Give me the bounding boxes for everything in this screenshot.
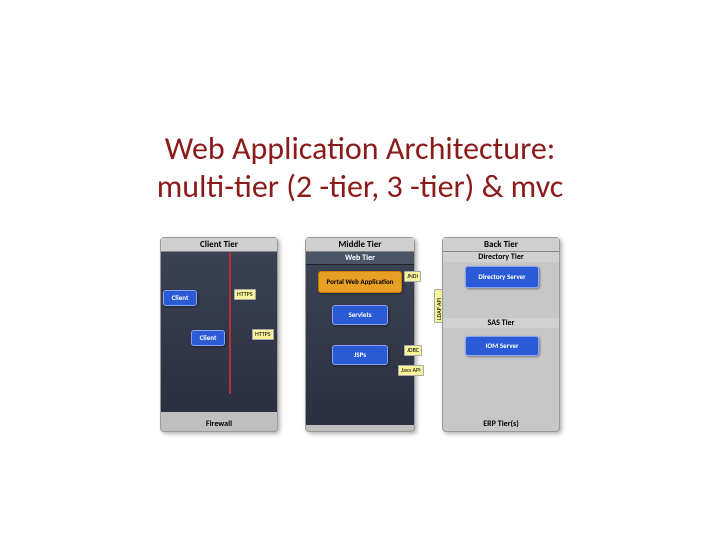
https-label-1: HTTPS: [234, 289, 256, 300]
directory-tier-label: Directory Tier: [443, 252, 559, 262]
servlets-box: Servlets: [332, 305, 388, 325]
erp-tier-label: ERP Tier(s): [443, 419, 559, 429]
title-line-1: Web Application Architecture:: [165, 129, 556, 168]
iom-server-box: IOM Server: [465, 336, 539, 356]
back-tier-body: Directory Tier Directory Server SAS Tier…: [443, 252, 559, 431]
middle-tier: Middle Tier Web Tier Portal Web Applicat…: [305, 237, 415, 432]
back-tier: Back Tier Directory Tier Directory Serve…: [442, 237, 560, 432]
slide-title: Web Application Architecture: multi-tier…: [157, 130, 564, 207]
portal-box: Portal Web Application: [318, 271, 402, 293]
architecture-diagram: Client Tier Client Client Firewall HTTPS…: [160, 237, 560, 437]
back-tier-header: Back Tier: [443, 238, 559, 252]
firewall-label: Firewall: [161, 419, 277, 429]
web-tier-label: Web Tier: [306, 252, 414, 265]
sas-tier-label: SAS Tier: [443, 318, 559, 328]
directory-server-box: Directory Server: [465, 266, 539, 288]
javaapi-label: Java API: [398, 365, 424, 376]
jdbc-label: JDBC: [404, 345, 422, 356]
middle-tier-body: Portal Web Application Servlets JSPs: [306, 265, 414, 425]
middle-tier-header: Middle Tier: [306, 238, 414, 252]
https-label-2: HTTPS: [252, 329, 274, 340]
jsps-box: JSPs: [332, 345, 388, 365]
client-box-1: Client: [163, 290, 197, 306]
title-line-2: multi-tier (2 -tier, 3 -tier) & mvc: [157, 167, 564, 206]
slide: Web Application Architecture: multi-tier…: [0, 0, 720, 540]
client-tier-header: Client Tier: [161, 238, 277, 252]
jndi-label: JNDI: [404, 271, 421, 282]
client-box-2: Client: [191, 330, 225, 346]
firewall-line: [229, 252, 231, 394]
